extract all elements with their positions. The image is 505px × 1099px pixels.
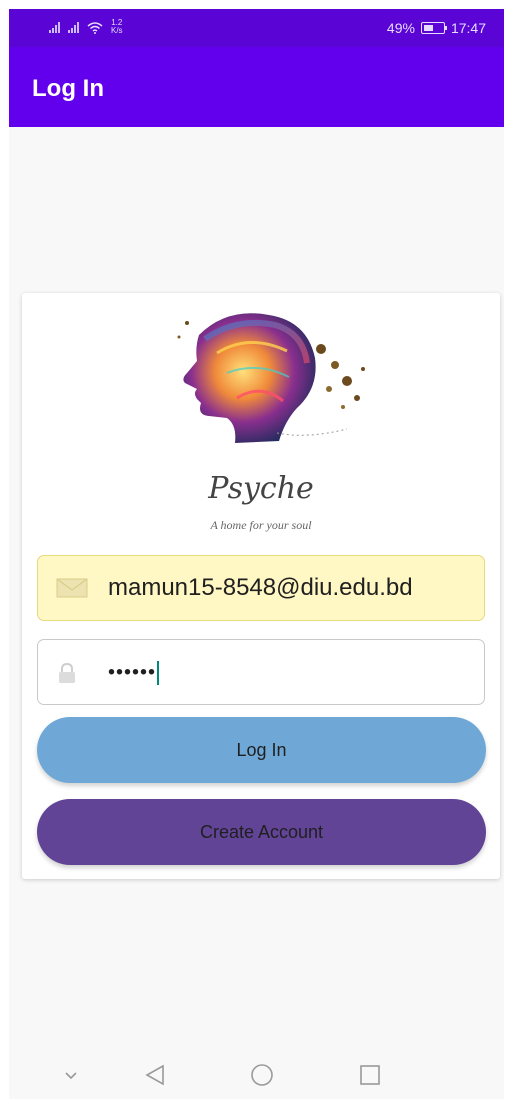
network-speed-unit: K/s [111,26,123,35]
clock: 17:47 [450,20,486,36]
password-field[interactable]: •••••• [37,639,485,705]
email-value: mamun15-8548@diu.edu.bd [108,574,413,601]
text-cursor [157,661,160,685]
system-nav-bar [9,1052,504,1099]
psyche-logo-icon [177,313,365,443]
password-mask: •••••• [108,661,157,684]
signal-icon [49,21,60,33]
battery-percent: 49% [386,20,415,36]
create-account-button[interactable]: Create Account [37,799,486,865]
wifi-icon [87,21,103,34]
recents-icon[interactable] [358,1062,382,1088]
battery-icon [420,22,447,34]
page-title: Log In [32,75,104,102]
envelope-icon [56,578,88,598]
status-left: 1.2 K/s [49,19,123,35]
back-icon[interactable] [143,1062,167,1088]
status-bar: 1.2 K/s 49% 17:47 [9,9,504,47]
app-bar: Log In [9,47,504,127]
network-speed: 1.2 K/s [111,19,123,35]
home-icon[interactable] [249,1062,275,1088]
brand-tagline: A home for your soul [210,518,312,532]
signal-icon-2 [68,21,79,33]
email-field[interactable]: mamun15-8548@diu.edu.bd [37,555,485,621]
lock-icon [59,662,75,683]
chevron-down-icon[interactable] [64,1062,78,1088]
login-card: Psyche A home for your soul mamun15-8548… [22,293,500,879]
password-value: •••••• [108,661,160,685]
status-right: 49% 17:47 [387,20,486,36]
login-button[interactable]: Log In [37,717,486,783]
brand-name: Psyche [208,471,314,506]
